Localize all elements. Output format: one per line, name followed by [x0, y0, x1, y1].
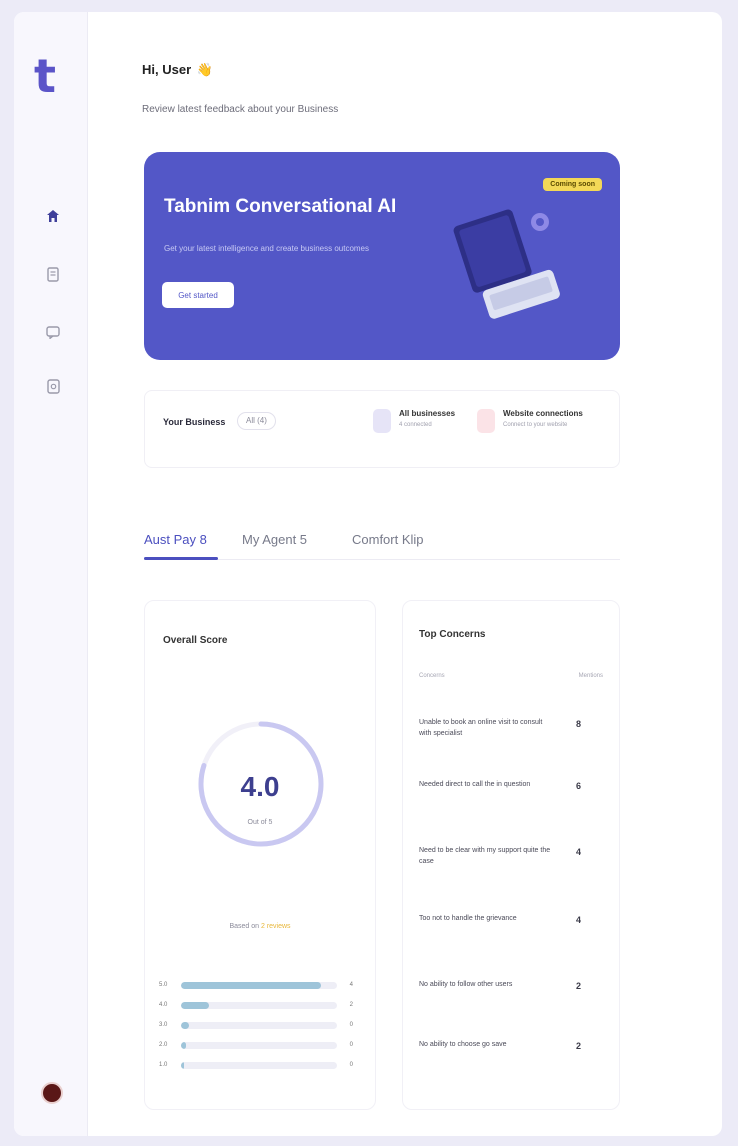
overall-score-value: 4.0 — [240, 771, 280, 802]
wave-icon: 👋 — [196, 62, 213, 77]
rating-bar-fill — [181, 1041, 186, 1049]
home-icon[interactable] — [45, 208, 61, 224]
document-icon[interactable] — [45, 266, 61, 282]
top-concerns-card: Top Concerns Concerns Mentions Unable to… — [402, 600, 620, 1110]
rating-row: 3.0 0 — [159, 1019, 353, 1031]
rating-count: 0 — [349, 1022, 353, 1028]
top-concerns-title: Top Concerns — [419, 629, 486, 640]
rating-bar-fill — [181, 1021, 189, 1029]
greeting-text: Hi, User — [142, 62, 192, 77]
concern-item[interactable]: No ability to choose go save 2 — [419, 1039, 603, 1079]
rating-count: 4 — [349, 982, 353, 988]
rating-bar — [181, 1021, 337, 1029]
settings-icon[interactable] — [45, 378, 61, 394]
tab-aust-pay[interactable]: Aust Pay 8 — [144, 532, 207, 547]
based-on-text: Based on 2 reviews — [145, 923, 375, 930]
overall-score-title: Overall Score — [163, 635, 228, 646]
concerns-column-label: Concerns — [419, 673, 445, 679]
concern-text: No ability to follow other users — [419, 981, 513, 988]
concern-text: Needed direct to call the in question — [419, 781, 531, 788]
website-connections-subtitle: Connect to your website — [503, 422, 568, 428]
rating-label: 2.0 — [159, 1042, 168, 1048]
rating-label: 4.0 — [159, 1002, 168, 1008]
page-title: Hi, User 👋 — [142, 62, 213, 78]
concern-text: No ability to choose go save — [419, 1041, 507, 1048]
concern-item[interactable]: Needed direct to call the in question 6 — [419, 779, 603, 819]
rating-row: 5.0 4 — [159, 979, 353, 991]
business-icon — [373, 409, 391, 433]
app-window: t Hi, User 👋 Review latest feedback abou… — [14, 12, 722, 1136]
business-label: Your Business — [163, 417, 226, 427]
globe-icon — [477, 409, 495, 433]
review-count: 2 reviews — [260, 923, 291, 930]
all-businesses-item[interactable]: All businesses 4 connected — [373, 409, 455, 433]
promo-banner: Coming soon Tabnim Conversational AI Get… — [144, 152, 620, 360]
concern-text: Unable to book an online visit to consul… — [419, 719, 543, 737]
concern-count: 8 — [575, 719, 581, 729]
rating-breakdown: 5.0 4 4.0 2 3.0 0 2.0 0 1.0 0 — [159, 979, 353, 1079]
overall-score-card: Overall Score 4.0 Out of 5 Based on 2 re… — [144, 600, 376, 1110]
page-subtitle: Review latest feedback about your Busine… — [142, 104, 339, 115]
user-avatar[interactable] — [41, 1082, 63, 1104]
concern-count: 4 — [575, 847, 581, 857]
rating-count: 0 — [349, 1062, 353, 1068]
banner-title: Tabnim Conversational AI — [164, 196, 397, 217]
concern-item[interactable]: Need to be clear with my support quite t… — [419, 845, 603, 885]
banner-description: Get your latest intelligence and create … — [164, 244, 370, 253]
based-on-label: Based on — [229, 923, 260, 930]
active-tab-indicator — [144, 557, 218, 560]
rating-bar — [181, 981, 337, 989]
rating-row: 1.0 0 — [159, 1059, 353, 1071]
concerns-header: Concerns Mentions — [419, 673, 603, 685]
score-caption: Out of 5 — [247, 819, 273, 826]
rating-bar-fill — [181, 1001, 210, 1009]
rating-label: 3.0 — [159, 1022, 168, 1028]
brand-logo[interactable]: t — [34, 46, 70, 106]
business-dropdown[interactable]: All (4) — [237, 412, 276, 430]
concern-item[interactable]: Unable to book an online visit to consul… — [419, 717, 603, 757]
rating-count: 2 — [349, 1002, 353, 1008]
coming-soon-badge: Coming soon — [543, 178, 602, 191]
concern-count: 2 — [575, 1041, 581, 1051]
rating-count: 0 — [349, 1042, 353, 1048]
get-started-button[interactable]: Get started — [162, 282, 234, 308]
concern-count: 6 — [575, 781, 581, 791]
rating-label: 5.0 — [159, 982, 168, 988]
tab-my-agent[interactable]: My Agent 5 — [242, 532, 307, 547]
concern-count: 2 — [575, 981, 581, 991]
business-selector-bar: Your Business All (4) All businesses 4 c… — [144, 390, 620, 468]
rating-label: 1.0 — [159, 1062, 168, 1068]
sidebar: t — [14, 12, 88, 1136]
mentions-column-label: Mentions — [578, 673, 603, 679]
rating-row: 2.0 0 — [159, 1039, 353, 1051]
website-connections-item[interactable]: Website connections Connect to your webs… — [477, 409, 583, 433]
concern-count: 4 — [575, 915, 581, 925]
concern-text: Need to be clear with my support quite t… — [419, 847, 551, 865]
rating-bar-fill — [181, 981, 322, 989]
main-content: Hi, User 👋 Review latest feedback about … — [88, 12, 722, 1136]
rating-bar — [181, 1061, 337, 1069]
all-businesses-subtitle: 4 connected — [399, 422, 432, 428]
laptop-illustration-icon — [453, 209, 560, 319]
concern-item[interactable]: No ability to follow other users 2 — [419, 979, 603, 1019]
tab-comfort-klip[interactable]: Comfort Klip — [352, 532, 424, 547]
all-businesses-title: All businesses — [399, 409, 456, 418]
rating-bar — [181, 1041, 337, 1049]
website-connections-title: Website connections — [503, 409, 583, 418]
business-tabs: Aust Pay 8 My Agent 5 Comfort Klip — [144, 522, 620, 560]
rating-bar — [181, 1001, 337, 1009]
concern-item[interactable]: Too not to handle the grievance 4 — [419, 913, 603, 953]
rating-row: 4.0 2 — [159, 999, 353, 1011]
rating-bar-fill — [181, 1061, 185, 1069]
chat-icon[interactable] — [45, 324, 61, 340]
concern-text: Too not to handle the grievance — [419, 915, 517, 922]
